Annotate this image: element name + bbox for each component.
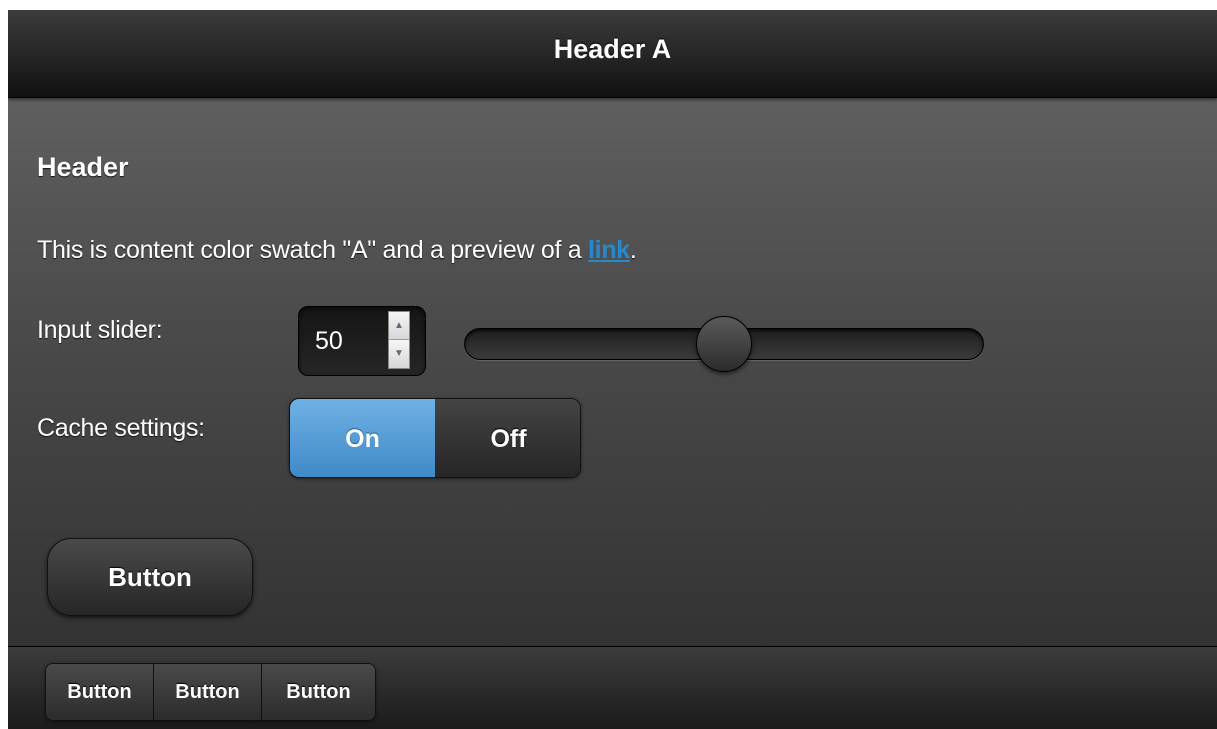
footer-button-1[interactable]: Button [46,664,153,720]
footer-button-2[interactable]: Button [153,664,261,720]
page-frame: Header A Header This is content color sw… [8,10,1217,729]
slider-handle[interactable] [696,316,752,372]
footer-button-group: Button Button Button [45,663,376,721]
slider-label: Input slider: [37,316,163,344]
footer-button-3[interactable]: Button [261,664,375,720]
header-title: Header A [553,34,672,64]
slider-number-input[interactable]: 50 ▲ ▼ [298,306,426,376]
cache-settings-label: Cache settings: [37,414,205,442]
number-spinner[interactable]: ▲ ▼ [388,311,410,369]
content-heading: Header [37,152,129,182]
main-button[interactable]: Button [47,538,253,616]
flip-switch-on[interactable]: On [290,399,435,477]
content-link[interactable]: link [588,236,630,264]
content-text-before: This is content color swatch "A" and a p… [37,236,589,264]
slider-value[interactable]: 50 [315,327,343,356]
spinner-up-icon[interactable]: ▲ [389,312,409,340]
footer-bar: Button Button Button [8,646,1217,729]
flip-switch-off[interactable]: Off [435,399,580,477]
cache-flip-switch[interactable]: On Off [289,398,581,478]
content-text-after: . [629,236,637,264]
header-bar: Header A [8,10,1217,98]
content-paragraph: This is content color swatch "A" and a p… [37,236,637,265]
spinner-down-icon[interactable]: ▼ [389,340,409,368]
